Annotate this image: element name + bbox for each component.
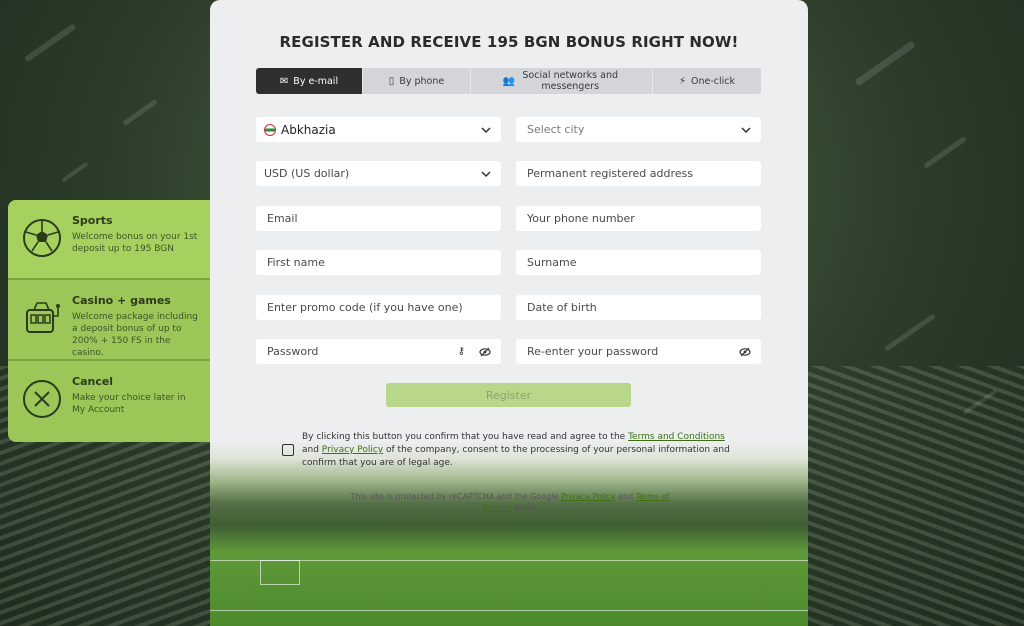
email-input[interactable]: Email [256, 206, 501, 231]
date-of-birth-input[interactable]: Date of birth [516, 295, 761, 320]
surname-placeholder: Surname [527, 256, 577, 269]
bonus-option-desc: Make your choice later in My Account [72, 393, 186, 415]
tab-social-networks[interactable]: 👥 Social networks and messengers [471, 68, 653, 94]
registration-card: REGISTER AND RECEIVE 195 BGN BONUS RIGHT… [210, 0, 808, 626]
email-placeholder: Email [267, 212, 298, 225]
tab-one-click[interactable]: ⚡ One-click [653, 68, 761, 94]
eye-slash-icon[interactable] [479, 347, 491, 357]
chevron-down-icon [741, 126, 751, 133]
people-icon: 👥 [502, 75, 516, 87]
first-name-input[interactable]: First name [256, 250, 501, 275]
recaptcha-notice: This site is protected by reCAPTCHA and … [350, 492, 670, 512]
eye-slash-icon[interactable] [739, 347, 751, 357]
phone-placeholder: Your phone number [527, 212, 635, 225]
password-input[interactable]: Password ⚷ [256, 339, 501, 364]
consent-block: By clicking this button you confirm that… [282, 431, 742, 470]
surname-input[interactable]: Surname [516, 250, 761, 275]
page-title: REGISTER AND RECEIVE 195 BGN BONUS RIGHT… [279, 33, 739, 51]
chevron-down-icon [481, 170, 491, 177]
bonus-option-sports[interactable]: Sports Welcome bonus on your 1st deposit… [8, 200, 210, 280]
google-privacy-link[interactable]: Privacy Policy [561, 492, 616, 501]
city-select[interactable]: Select city [516, 117, 761, 142]
soccer-ball-icon [23, 219, 61, 257]
bonus-option-casino[interactable]: Casino + games Welcome package including… [8, 280, 210, 361]
address-input[interactable]: Permanent registered address [516, 161, 761, 186]
password-repeat-placeholder: Re-enter your password [527, 345, 659, 358]
key-icon[interactable]: ⚷ [458, 346, 465, 357]
country-value: Abkhazia [281, 122, 336, 137]
phone-input[interactable]: Your phone number [516, 206, 761, 231]
close-circle-icon [23, 380, 61, 418]
password-repeat-input[interactable]: Re-enter your password [516, 339, 761, 364]
slot-machine-icon [26, 302, 60, 333]
address-placeholder: Permanent registered address [527, 167, 693, 180]
tab-label: By e-mail [293, 75, 339, 87]
currency-value: USD (US dollar) [264, 167, 350, 180]
tab-label: Social networks and messengers [522, 70, 619, 92]
bonus-option-title: Sports [72, 214, 113, 227]
dob-placeholder: Date of birth [527, 301, 597, 314]
currency-select[interactable]: USD (US dollar) [256, 161, 501, 186]
tab-label: By phone [399, 75, 445, 87]
registration-method-tabs: ✉ By e-mail ▯ By phone 👥 Social networks… [256, 68, 761, 94]
bonus-option-title: Cancel [72, 375, 114, 388]
phone-icon: ▯ [388, 75, 395, 87]
chevron-down-icon [481, 126, 491, 133]
lightning-icon: ⚡ [678, 75, 687, 87]
tab-label: One-click [691, 75, 736, 87]
promo-code-input[interactable]: Enter promo code (if you have one) [256, 295, 501, 320]
envelope-icon: ✉ [279, 75, 289, 87]
promo-placeholder: Enter promo code (if you have one) [267, 301, 463, 314]
bonus-option-title: Casino + games [72, 294, 171, 307]
bonus-option-desc: Welcome package including a deposit bonu… [72, 312, 198, 358]
register-button[interactable]: Register [386, 383, 631, 407]
password-placeholder: Password [267, 345, 319, 358]
tab-by-phone[interactable]: ▯ By phone [363, 68, 471, 94]
consent-text: By clicking this button you confirm that… [302, 432, 730, 468]
tab-by-email[interactable]: ✉ By e-mail [256, 68, 363, 94]
consent-checkbox[interactable] [282, 444, 294, 456]
first-name-placeholder: First name [267, 256, 325, 269]
bonus-option-desc: Welcome bonus on your 1st deposit up to … [72, 232, 198, 254]
bonus-option-cancel[interactable]: Cancel Make your choice later in My Acco… [8, 361, 210, 442]
city-placeholder: Select city [527, 123, 585, 136]
privacy-policy-link[interactable]: Privacy Policy [322, 445, 383, 455]
terms-link[interactable]: Terms and Conditions [628, 432, 725, 442]
abkhazia-flag-icon [264, 123, 276, 136]
bonus-choice-panel: Sports Welcome bonus on your 1st deposit… [8, 200, 210, 442]
country-select[interactable]: Abkhazia [256, 117, 501, 142]
